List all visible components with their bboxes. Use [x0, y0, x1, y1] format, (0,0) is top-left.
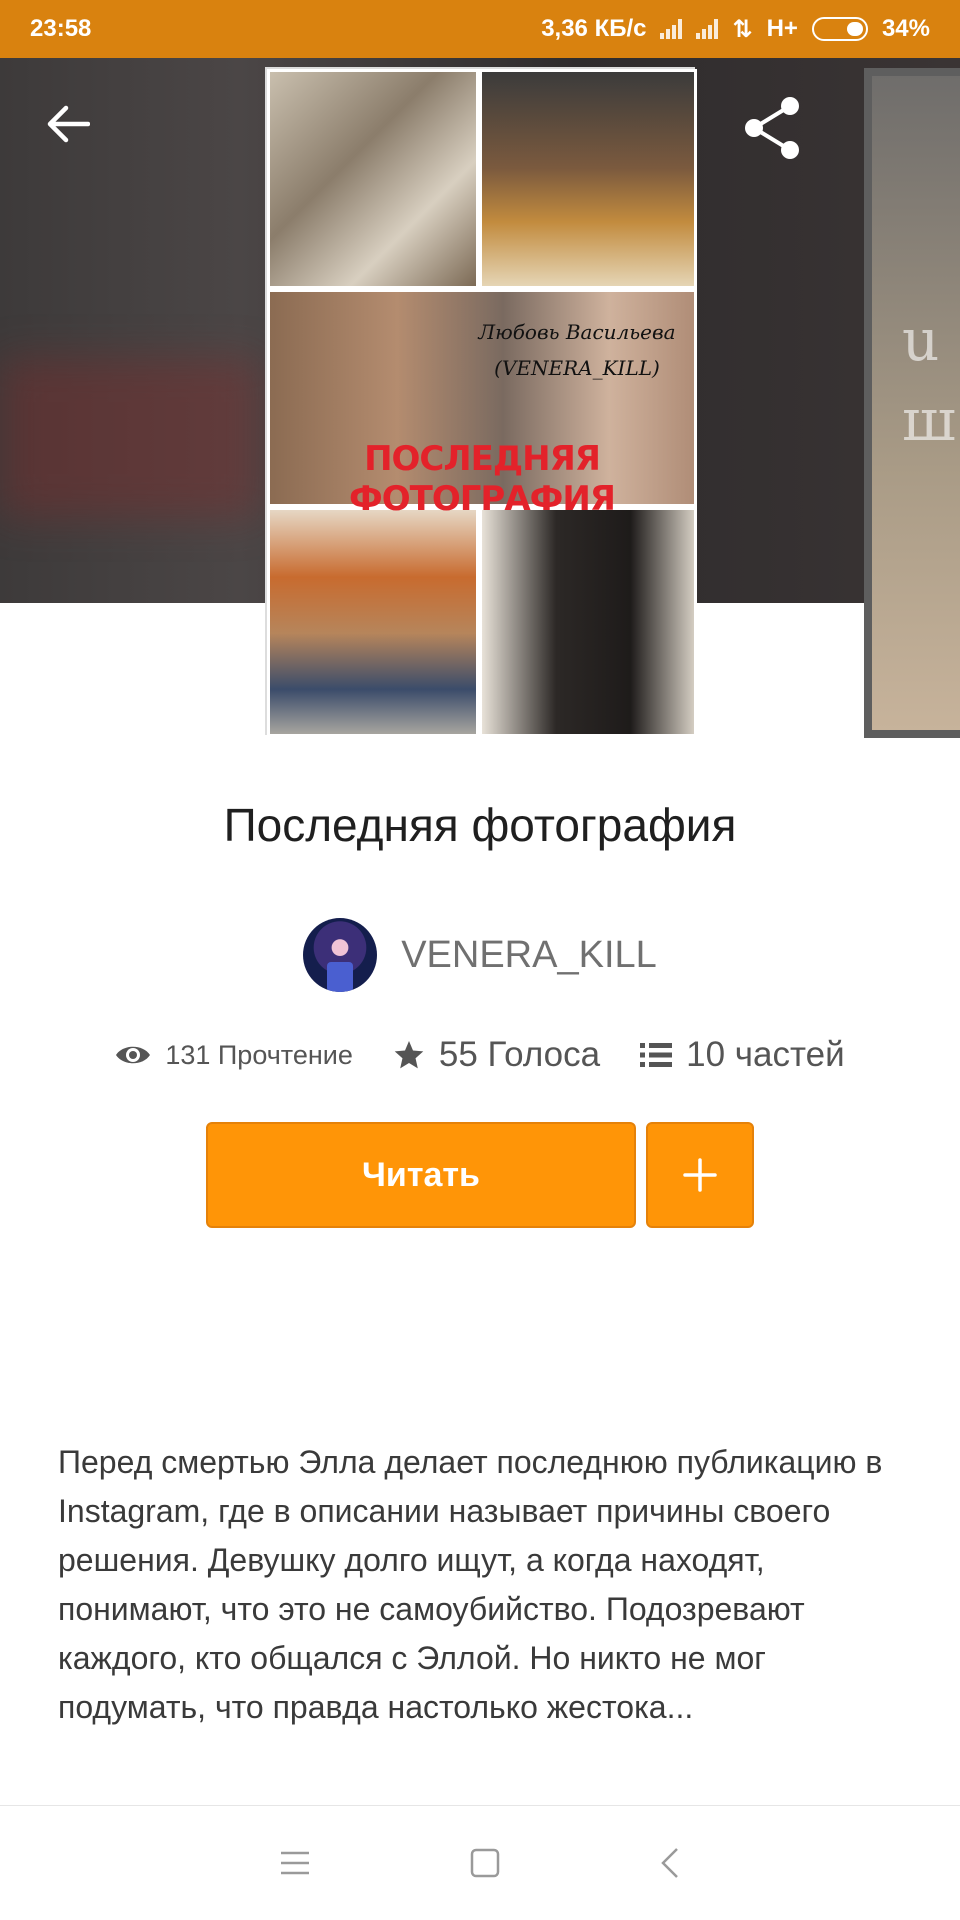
signal-icon — [696, 19, 719, 39]
back-button[interactable] — [40, 96, 96, 152]
votes-stat: 55 Голоса — [393, 1035, 600, 1075]
plus-icon — [683, 1158, 717, 1192]
cover-title: ПОСЛЕДНЯЯ ФОТОГРАФИЯ — [349, 439, 616, 519]
read-button[interactable]: Читать — [206, 1122, 636, 1228]
parts-count: 10 частей — [686, 1035, 845, 1074]
menu-icon[interactable] — [280, 1850, 310, 1876]
read-button-label: Читать — [362, 1155, 480, 1194]
book-title: Последняя фотография — [223, 799, 737, 851]
cover-photo — [267, 507, 479, 737]
battery-level: 34% — [881, 15, 930, 42]
status-indicators: 3,36 КБ/с ⇅ H+ 34% — [541, 15, 930, 44]
parts-stat: 10 частей — [640, 1035, 845, 1075]
share-button[interactable] — [742, 96, 806, 160]
eye-icon — [116, 1046, 151, 1064]
share-icon — [745, 97, 799, 159]
data-arrows-icon: ⇅ — [732, 15, 753, 43]
side-cover-text: u — [902, 306, 940, 374]
status-bar: 23:58 3,36 КБ/с ⇅ H+ 34% — [0, 0, 960, 58]
story-description: Перед смертью Элла делает последнюю публ… — [58, 1444, 883, 1725]
cover-author-name: Любовь Васильева — [478, 320, 676, 344]
author-row[interactable]: VENERA_KILL — [0, 918, 960, 992]
arrow-left-icon — [47, 105, 90, 143]
back-chevron-icon[interactable] — [660, 1847, 680, 1879]
next-book-cover[interactable]: u ш — [864, 68, 960, 738]
list-icon — [640, 1043, 673, 1067]
cover-author-handle: (VENERA_KILL) — [494, 356, 660, 380]
status-time: 23:58 — [30, 15, 92, 42]
cover-photo — [267, 69, 479, 289]
network-speed: 3,36 КБ/с — [541, 15, 647, 42]
battery-icon — [811, 17, 868, 41]
story-stats: 131 Прочтение 55 Голоса 10 частей — [0, 1035, 960, 1075]
home-square-icon[interactable] — [470, 1848, 500, 1878]
side-cover-text: ш — [902, 386, 956, 454]
signal-icon — [660, 19, 683, 39]
author-name[interactable]: VENERA_KILL — [401, 934, 657, 977]
star-icon — [394, 1041, 424, 1069]
cover-photo — [479, 69, 697, 289]
author-avatar[interactable] — [303, 918, 378, 992]
cover-photo — [479, 507, 697, 737]
reads-count: 131 Прочтение — [165, 1039, 353, 1070]
book-cover[interactable]: Любовь Васильева (VENERA_KILL) ПОСЛЕДНЯЯ… — [265, 67, 697, 737]
cover-author: Любовь Васильева (VENERA_KILL) — [467, 314, 687, 386]
add-to-library-button[interactable] — [646, 1122, 754, 1228]
network-type: H+ — [766, 15, 798, 42]
votes-count: 55 Голоса — [438, 1035, 601, 1074]
reads-stat: 131 Прочтение — [115, 1040, 353, 1071]
system-nav-bar — [0, 1805, 960, 1920]
